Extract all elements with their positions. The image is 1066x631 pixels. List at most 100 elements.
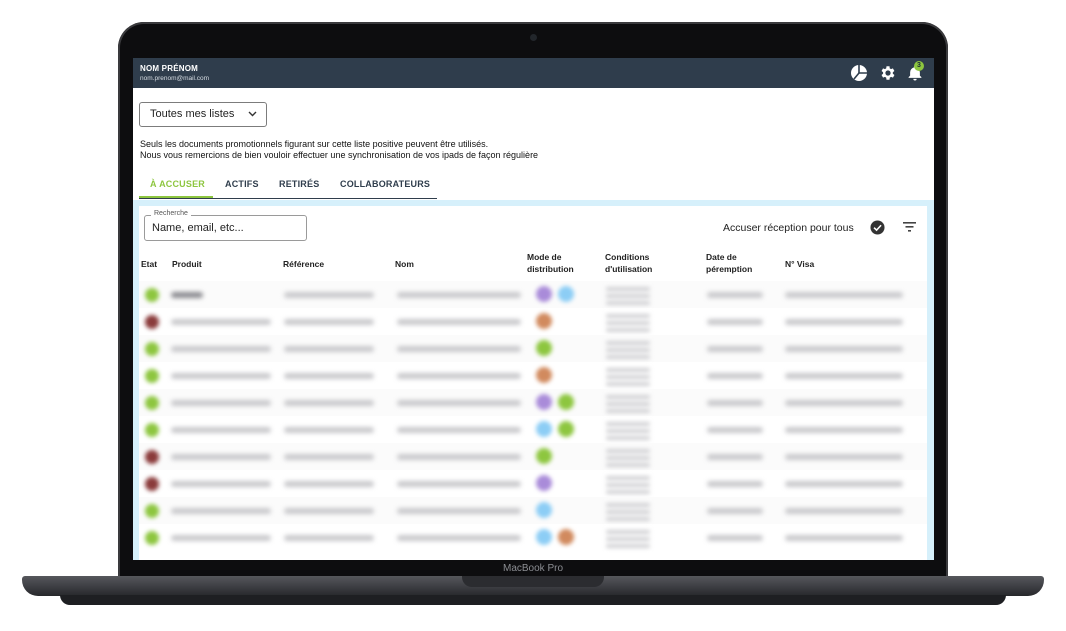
col-header-produit[interactable]: Produit	[172, 258, 202, 270]
reference-cell	[284, 400, 374, 406]
col-header-conditions[interactable]: Conditions d'utilisation	[605, 251, 675, 275]
reference-cell	[284, 535, 374, 541]
nom-cell	[397, 481, 521, 487]
reference-cell	[284, 508, 374, 514]
produit-cell	[171, 454, 271, 460]
conditions-cell	[606, 422, 650, 426]
tab-retires[interactable]: RETIRÉS	[279, 179, 319, 189]
reference-cell	[284, 319, 374, 325]
gear-icon[interactable]	[879, 64, 897, 82]
conditions-cell	[606, 449, 650, 453]
peremption-cell	[707, 292, 763, 298]
col-header-peremption[interactable]: Date de péremption	[706, 251, 768, 275]
nom-cell	[397, 319, 521, 325]
conditions-cell	[606, 402, 650, 406]
distribution-mode-icon	[536, 502, 552, 518]
filter-icon[interactable]	[903, 222, 916, 232]
ack-all-label[interactable]: Accuser réception pour tous	[723, 222, 854, 234]
search-field[interactable]: Recherche	[144, 210, 307, 241]
conditions-cell	[606, 301, 650, 305]
table-row[interactable]	[139, 389, 927, 416]
list-select-value: Toutes mes listes	[150, 108, 235, 120]
col-header-nom[interactable]: Nom	[395, 258, 414, 270]
visa-cell	[785, 346, 903, 352]
nom-cell	[397, 508, 521, 514]
table-row[interactable]	[139, 362, 927, 389]
active-tab-indicator	[139, 196, 213, 198]
check-circle-icon[interactable]	[870, 220, 885, 235]
app-screen: NOM PRÉNOM nom.prenom@mail.com 3 Toutes …	[133, 58, 934, 560]
col-header-reference[interactable]: Référence	[283, 258, 324, 270]
conditions-cell	[606, 517, 650, 521]
produit-cell	[171, 508, 271, 514]
camera-icon	[530, 34, 537, 41]
search-label: Recherche	[151, 210, 191, 217]
table-row[interactable]	[139, 335, 927, 362]
nom-cell	[397, 400, 521, 406]
peremption-cell	[707, 319, 763, 325]
visa-cell	[785, 535, 903, 541]
tab-a-accuser[interactable]: À ACCUSER	[150, 179, 205, 189]
col-header-etat[interactable]: Etat	[141, 258, 157, 270]
conditions-cell	[606, 294, 650, 298]
table-row[interactable]	[139, 281, 927, 308]
produit-cell	[171, 535, 271, 541]
status-indicator	[145, 531, 159, 545]
tab-actifs[interactable]: ACTIFS	[225, 179, 259, 189]
table-row[interactable]	[139, 524, 927, 551]
conditions-cell	[606, 341, 650, 345]
conditions-cell	[606, 490, 650, 494]
col-header-visa[interactable]: N° Visa	[785, 258, 814, 270]
produit-cell	[171, 292, 203, 298]
laptop-base-bottom	[60, 595, 1006, 605]
conditions-cell	[606, 348, 650, 352]
conditions-cell	[606, 503, 650, 507]
visa-cell	[785, 481, 903, 487]
conditions-cell	[606, 530, 650, 534]
conditions-cell	[606, 355, 650, 359]
reference-cell	[284, 346, 374, 352]
laptop-notch	[462, 576, 604, 587]
tab-collaborateurs[interactable]: COLLABORATEURS	[340, 179, 430, 189]
reference-cell	[284, 373, 374, 379]
nom-cell	[397, 346, 521, 352]
conditions-cell	[606, 483, 650, 487]
distribution-mode-icon	[558, 394, 574, 410]
table-row[interactable]	[139, 308, 927, 335]
table-row[interactable]	[139, 497, 927, 524]
distribution-mode-icon	[536, 394, 552, 410]
conditions-cell	[606, 456, 650, 460]
distribution-mode-icon	[536, 529, 552, 545]
table-row[interactable]	[139, 443, 927, 470]
conditions-cell	[606, 537, 650, 541]
col-header-mode[interactable]: Mode de distribution	[527, 251, 587, 275]
peremption-cell	[707, 373, 763, 379]
status-indicator	[145, 423, 159, 437]
produit-cell	[171, 400, 271, 406]
list-select[interactable]: Toutes mes listes	[139, 102, 267, 127]
conditions-cell	[606, 510, 650, 514]
reference-cell	[284, 427, 374, 433]
peremption-cell	[707, 454, 763, 460]
conditions-cell	[606, 409, 650, 413]
distribution-mode-icon	[536, 286, 552, 302]
produit-cell	[171, 346, 271, 352]
peremption-cell	[707, 400, 763, 406]
visa-cell	[785, 427, 903, 433]
reference-cell	[284, 454, 374, 460]
visa-cell	[785, 400, 903, 406]
produit-cell	[171, 481, 271, 487]
nom-cell	[397, 454, 521, 460]
distribution-mode-icon	[536, 340, 552, 356]
search-input[interactable]	[152, 222, 300, 234]
produit-cell	[171, 427, 271, 433]
status-indicator	[145, 315, 159, 329]
info-text-line1: Seuls les documents promotionnels figura…	[140, 139, 489, 149]
table-row[interactable]	[139, 416, 927, 443]
conditions-cell	[606, 463, 650, 467]
peremption-cell	[707, 481, 763, 487]
pie-chart-icon[interactable]	[850, 64, 868, 82]
table-row[interactable]	[139, 470, 927, 497]
visa-cell	[785, 319, 903, 325]
status-indicator	[145, 369, 159, 383]
